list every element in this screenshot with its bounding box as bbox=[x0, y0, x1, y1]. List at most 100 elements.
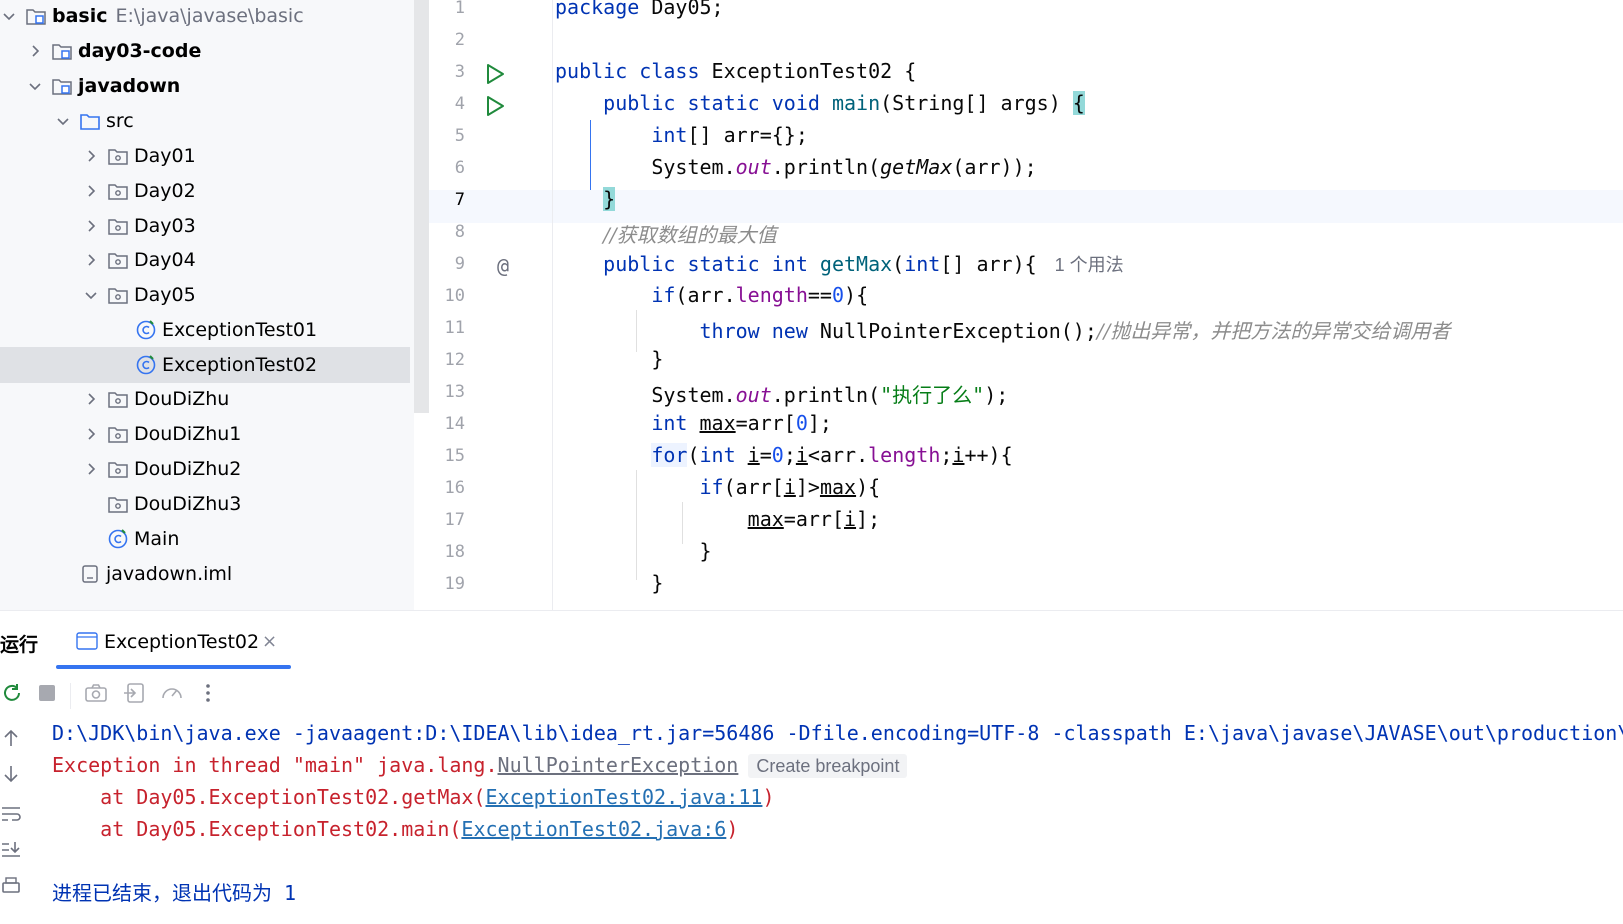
exception-class-link[interactable]: NullPointerException bbox=[498, 753, 739, 777]
code-line-10[interactable]: 10 if(arr.length==0){ bbox=[429, 281, 1623, 314]
chevron-right-icon[interactable] bbox=[82, 425, 100, 443]
tree-item-day01[interactable]: Day01 bbox=[0, 138, 414, 174]
run-tab-label: ExceptionTest02 bbox=[104, 631, 260, 653]
console-output[interactable]: D:\JDK\bin\java.exe -javaagent:D:\IDEA\l… bbox=[52, 717, 1623, 924]
tree-item-label: Day05 bbox=[134, 284, 196, 306]
line-number: 18 bbox=[444, 542, 465, 562]
tree-item-label: DouDiZhu bbox=[134, 388, 230, 410]
code-line-17[interactable]: 17 max=arr[i]; bbox=[429, 505, 1623, 538]
code-text: } bbox=[555, 539, 712, 563]
code-line-3[interactable]: 3 public class ExceptionTest02 { bbox=[429, 57, 1623, 90]
code-editor[interactable]: 1 package Day05; 2 3 public class Except… bbox=[429, 0, 1623, 610]
tree-item-src[interactable]: src bbox=[0, 103, 414, 139]
exit-import-icon[interactable] bbox=[122, 681, 146, 705]
code-text: if(arr[i]>max){ bbox=[699, 475, 881, 499]
iml-file-icon bbox=[78, 562, 102, 586]
code-line-2[interactable]: 2 bbox=[429, 25, 1623, 58]
tree-item-doudizhu3[interactable]: DouDiZhu3 bbox=[0, 486, 414, 522]
tree-item-day03[interactable]: Day03 bbox=[0, 208, 414, 244]
code-line-13[interactable]: 13 System.out.println("执行了么"); bbox=[429, 377, 1623, 410]
tree-item-label: ExceptionTest02 bbox=[162, 354, 318, 376]
trace-source-link[interactable]: ExceptionTest02.java:11 bbox=[485, 785, 762, 809]
tree-item-exceptiontest01[interactable]: ExceptionTest01 bbox=[0, 312, 414, 348]
tree-item-label: Main bbox=[134, 528, 180, 550]
more-options-icon[interactable] bbox=[196, 681, 220, 705]
trace-prefix: at Day05.ExceptionTest02.getMax( bbox=[52, 785, 486, 809]
package-icon bbox=[106, 387, 130, 411]
tree-item-doudizhu[interactable]: DouDiZhu bbox=[0, 381, 414, 417]
code-line-15[interactable]: 15 for(int i=0;i<arr.length;i++){ bbox=[429, 441, 1623, 474]
code-line-14[interactable]: 14 int max=arr[0]; bbox=[429, 409, 1623, 442]
tree-item-day02[interactable]: Day02 bbox=[0, 173, 414, 209]
chevron-right-icon[interactable] bbox=[82, 182, 100, 200]
arrow-up-icon[interactable] bbox=[0, 727, 22, 749]
tree-item-main[interactable]: Main bbox=[0, 521, 414, 557]
code-line-8[interactable]: 8 //获取数组的最大值 bbox=[429, 217, 1623, 250]
code-text: for(int i=0;i<arr.length;i++){ bbox=[651, 443, 1013, 467]
code-line-6[interactable]: 6 System.out.println(getMax(arr)); bbox=[429, 153, 1623, 186]
chevron-down-icon[interactable] bbox=[82, 286, 100, 304]
rerun-icon[interactable] bbox=[0, 681, 24, 705]
exception-prefix: Exception in thread "main" java.lang. bbox=[52, 753, 498, 777]
code-line-1[interactable]: 1 package Day05; bbox=[429, 0, 1623, 26]
toolbar-separator bbox=[70, 683, 71, 709]
camera-icon[interactable] bbox=[84, 681, 108, 705]
console-exception-line: Exception in thread "main" java.lang.Nul… bbox=[52, 749, 908, 782]
chevron-right-icon[interactable] bbox=[26, 42, 44, 60]
usage-hint[interactable]: 1 个用法 bbox=[1055, 255, 1124, 275]
trace-suffix: ) bbox=[762, 785, 775, 809]
chevron-right-icon[interactable] bbox=[82, 251, 100, 269]
code-line-5[interactable]: 5 int[] arr={}; bbox=[429, 121, 1623, 154]
tree-scrollbar[interactable] bbox=[414, 0, 429, 413]
chevron-down-icon[interactable] bbox=[0, 7, 18, 25]
chevron-right-icon[interactable] bbox=[82, 460, 100, 478]
chevron-down-icon[interactable] bbox=[54, 112, 72, 130]
run-gutter-icon[interactable] bbox=[484, 63, 506, 85]
line-number: 16 bbox=[444, 478, 465, 498]
close-icon[interactable]: × bbox=[262, 631, 277, 652]
tree-item-javadown[interactable]: javadown bbox=[0, 68, 414, 104]
tree-item-label: Day02 bbox=[134, 180, 196, 202]
code-line-7[interactable]: 7 } bbox=[429, 185, 1623, 218]
tree-item-label: basic bbox=[52, 5, 108, 27]
tree-item-doudizhu2[interactable]: DouDiZhu2 bbox=[0, 451, 414, 487]
code-comment: //获取数组的最大值 bbox=[603, 223, 777, 247]
stop-icon[interactable] bbox=[35, 681, 59, 705]
tree-item-exceptiontest02[interactable]: ExceptionTest02 bbox=[0, 347, 410, 383]
chevron-right-icon[interactable] bbox=[82, 147, 100, 165]
code-line-19[interactable]: 19 } bbox=[429, 569, 1623, 602]
tree-item-doudizhu1[interactable]: DouDiZhu1 bbox=[0, 416, 414, 452]
code-line-11[interactable]: 11 throw new NullPointerException();//抛出… bbox=[429, 313, 1623, 346]
code-line-12[interactable]: 12 } bbox=[429, 345, 1623, 378]
tree-item-day03-code[interactable]: day03-code bbox=[0, 33, 414, 69]
chevron-right-icon[interactable] bbox=[82, 390, 100, 408]
soft-wrap-icon[interactable] bbox=[0, 803, 22, 825]
trace-source-link[interactable]: ExceptionTest02.java:6 bbox=[461, 817, 726, 841]
code-line-9[interactable]: 9 @ public static int getMax(int[] arr){… bbox=[429, 249, 1623, 282]
profiler-gauge-icon[interactable] bbox=[160, 681, 184, 705]
chevron-right-icon[interactable] bbox=[82, 217, 100, 235]
create-breakpoint-button[interactable]: Create breakpoint bbox=[748, 754, 908, 778]
code-line-18[interactable]: 18 } bbox=[429, 537, 1623, 570]
line-number: 5 bbox=[454, 126, 465, 146]
tree-item-label: Day03 bbox=[134, 215, 196, 237]
code-line-16[interactable]: 16 if(arr[i]>max){ bbox=[429, 473, 1623, 506]
tree-item-day05[interactable]: Day05 bbox=[0, 277, 414, 313]
tree-item-day04[interactable]: Day04 bbox=[0, 242, 414, 278]
run-panel-title: 运行 bbox=[0, 634, 39, 656]
tree-item-basic[interactable]: basic E:\java\javase\basic bbox=[0, 0, 410, 34]
run-gutter-icon[interactable] bbox=[484, 95, 506, 117]
chevron-down-icon[interactable] bbox=[26, 77, 44, 95]
arrow-down-icon[interactable] bbox=[0, 763, 22, 785]
package-icon bbox=[106, 248, 130, 272]
run-config-icon bbox=[76, 632, 98, 650]
print-icon[interactable] bbox=[0, 875, 22, 897]
tree-item-label: DouDiZhu3 bbox=[134, 493, 242, 515]
scroll-to-end-icon[interactable] bbox=[0, 839, 22, 861]
usages-at-icon[interactable]: @ bbox=[497, 254, 509, 278]
run-tab-exceptiontest02[interactable]: ExceptionTest02 × bbox=[56, 611, 291, 669]
line-number: 19 bbox=[444, 574, 465, 594]
module-folder-icon bbox=[24, 4, 48, 28]
tree-item-javadown-iml[interactable]: javadown.iml bbox=[0, 556, 414, 592]
code-line-4[interactable]: 4 public static void main(String[] args)… bbox=[429, 89, 1623, 122]
